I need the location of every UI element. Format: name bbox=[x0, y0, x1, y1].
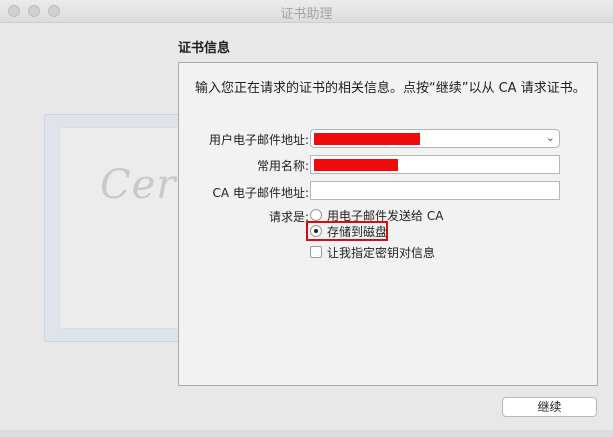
ca-email-label: CA 电子邮件地址: bbox=[212, 186, 309, 200]
common-name-label: 常用名称: bbox=[256, 159, 309, 173]
option-specify-key[interactable]: 让我指定密钥对信息 bbox=[310, 244, 435, 260]
panel-intro: 输入您正在请求的证书的相关信息。点按“继续”以从 CA 请求证书。 bbox=[195, 81, 586, 96]
checkbox-specify-key[interactable] bbox=[310, 246, 322, 258]
certificate-info-panel: 输入您正在请求的证书的相关信息。点按“继续”以从 CA 请求证书。 用户电子邮件… bbox=[178, 62, 598, 386]
window-bottom-edge bbox=[0, 430, 613, 437]
option-specify-key-label: 让我指定密钥对信息 bbox=[327, 245, 436, 260]
annotation-highlight bbox=[306, 221, 388, 241]
redacted-email bbox=[314, 133, 420, 145]
redacted-name bbox=[314, 159, 398, 171]
email-combo[interactable]: ⌄ bbox=[310, 129, 560, 148]
common-name-field[interactable] bbox=[310, 155, 560, 174]
chevron-down-icon[interactable]: ⌄ bbox=[546, 131, 555, 144]
section-title: 证书信息 bbox=[178, 41, 231, 56]
request-label: 请求是: bbox=[268, 210, 309, 224]
radio-email-ca[interactable] bbox=[310, 209, 322, 221]
ca-email-field[interactable] bbox=[310, 181, 560, 200]
window-title: 证书助理 bbox=[280, 7, 333, 22]
continue-button[interactable]: 继续 bbox=[502, 397, 597, 417]
email-label: 用户电子邮件地址: bbox=[208, 133, 309, 147]
title-bar: 证书助理 bbox=[0, 0, 613, 23]
